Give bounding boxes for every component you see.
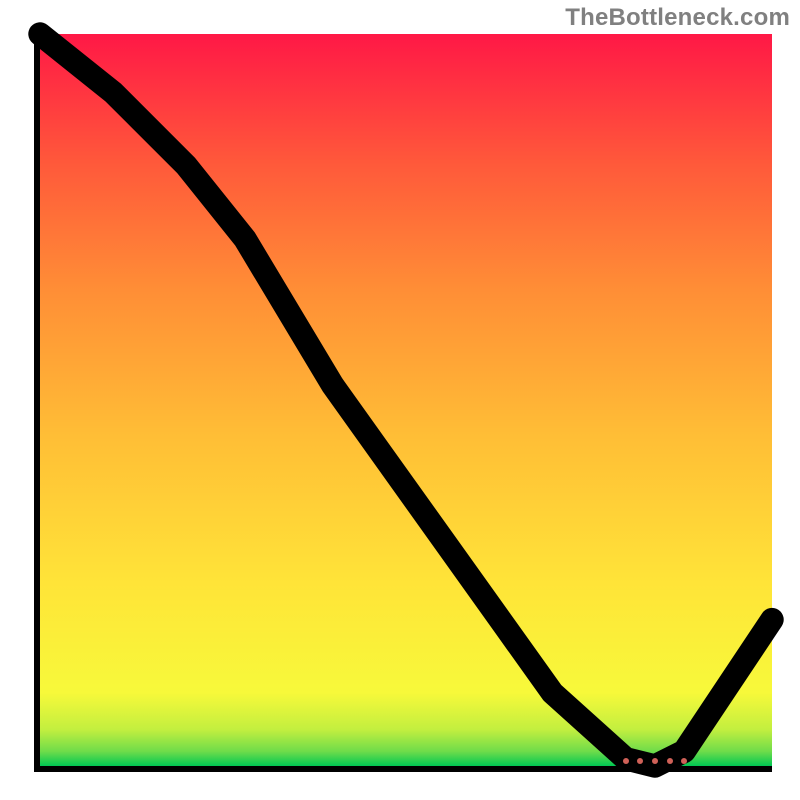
- chart-frame: TheBottleneck.com: [0, 0, 800, 800]
- plot-area: [34, 34, 772, 772]
- curve-plot: [40, 34, 772, 766]
- curve-path: [40, 34, 772, 766]
- watermark-text: TheBottleneck.com: [565, 4, 790, 32]
